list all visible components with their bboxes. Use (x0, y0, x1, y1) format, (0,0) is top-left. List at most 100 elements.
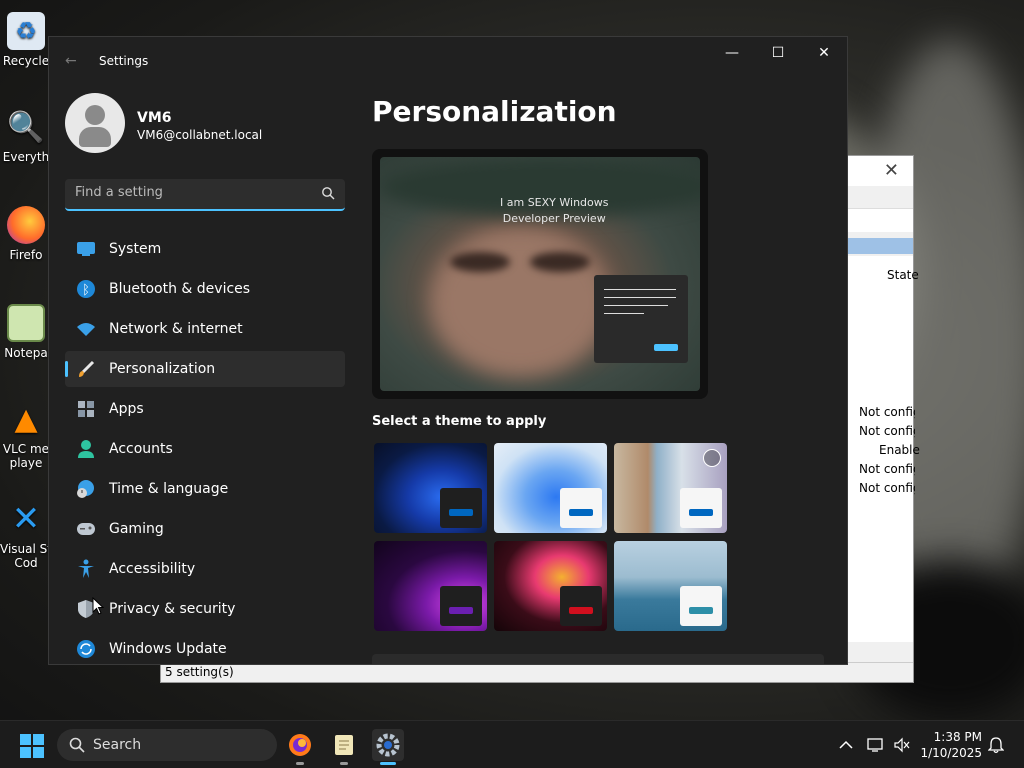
apps-icon (75, 398, 97, 420)
theme-glow[interactable] (374, 541, 487, 631)
theme-spotlight[interactable] (614, 443, 727, 533)
accessibility-icon (75, 558, 97, 580)
nav-item-personalization[interactable]: Personalization (65, 351, 345, 387)
nav-item-time-language[interactable]: Time & language (65, 471, 345, 507)
clock-time: 1:38 PM (933, 730, 982, 744)
status-bar: 5 setting(s) (161, 662, 913, 682)
update-icon (75, 638, 97, 660)
start-button[interactable] (20, 734, 44, 758)
theme-windows-dark[interactable] (374, 443, 487, 533)
close-icon[interactable]: ✕ (884, 160, 899, 181)
desktop-preview: I am SEXY Windows Developer Preview (372, 149, 708, 399)
spotlight-badge-icon (703, 449, 721, 467)
theme-captured-motion[interactable] (494, 541, 607, 631)
state-cell[interactable]: Not config (859, 424, 915, 438)
theme-windows-light[interactable] (494, 443, 607, 533)
nav-label: Bluetooth & devices (109, 281, 251, 297)
globe-clock-icon (75, 478, 97, 500)
watermark-line1: I am SEXY Windows (500, 196, 609, 209)
state-cell[interactable]: Not config (859, 405, 915, 419)
watermark-line2: Developer Preview (502, 212, 606, 225)
desktop-icon-notepad[interactable]: Notepa (0, 304, 52, 360)
taskbar-firefox[interactable] (284, 729, 316, 765)
firefox-icon (7, 206, 45, 244)
theme-flow[interactable] (614, 541, 727, 631)
network-icon[interactable] (866, 735, 886, 755)
taskbar-settings[interactable] (372, 729, 404, 765)
nav-item-network[interactable]: Network & internet (65, 311, 345, 347)
taskbar-search-label: Search (93, 737, 142, 753)
column-header-bar (847, 238, 913, 254)
theme-preview-card (680, 488, 722, 528)
nav-item-accessibility[interactable]: Accessibility (65, 551, 345, 587)
taskbar: Search 1:38 PM 1/10/2025 (0, 720, 1024, 768)
desktop-icon-label: Recycle (2, 54, 50, 68)
bluetooth-icon: ᛒ (75, 278, 97, 300)
clock-date: 1/10/2025 (920, 746, 982, 760)
settings-window[interactable]: ← Settings — ☐ ✕ VM6 VM6@collabnet.local… (48, 36, 848, 665)
notepad-icon (7, 304, 45, 342)
nav-item-system[interactable]: System (65, 231, 345, 267)
user-name: VM6 (137, 110, 172, 126)
nav-label: Time & language (109, 481, 229, 497)
wallpaper-preview: I am SEXY Windows Developer Preview (380, 157, 700, 391)
state-cell[interactable]: Not config (859, 481, 915, 495)
avatar[interactable] (65, 93, 125, 153)
desktop-icon-firefox[interactable]: Firefo (0, 206, 52, 262)
nav-label: Windows Update (109, 641, 227, 657)
svg-text:ᛒ: ᛒ (82, 283, 90, 298)
find-setting-search[interactable] (65, 179, 345, 211)
search-icon[interactable] (321, 186, 335, 200)
nav-item-privacy[interactable]: Privacy & security (65, 591, 345, 627)
accounts-icon (75, 438, 97, 460)
desktop-icon-label: VLC me (2, 442, 50, 456)
desktop-icon-recycle-bin[interactable]: ♻ Recycle (0, 12, 52, 68)
desktop-icon-label: Everyth (2, 150, 50, 164)
show-hidden-icons-chevron-icon[interactable] (836, 735, 856, 755)
firefox-icon (289, 734, 311, 756)
gamepad-icon (75, 518, 97, 540)
volume-muted-icon[interactable] (892, 735, 912, 755)
nav-item-windows-update[interactable]: Windows Update (65, 631, 345, 664)
nav-label: Accessibility (109, 561, 196, 577)
state-column-header[interactable]: State (887, 268, 919, 282)
search-input[interactable] (75, 185, 305, 200)
windows-logo-icon (20, 734, 31, 745)
recycle-bin-icon: ♻ (7, 12, 45, 50)
nav-label: System (109, 241, 162, 257)
preview-window-mock (594, 275, 688, 363)
desktop-icon-label: Notepa (4, 346, 48, 360)
theme-preview-card (560, 586, 602, 626)
next-section-card[interactable] (372, 654, 824, 664)
everything-search-icon: 🔍 (7, 109, 45, 145)
nav-item-accounts[interactable]: Accounts (65, 431, 345, 467)
taskbar-search[interactable]: Search (57, 729, 277, 761)
user-profile[interactable] (65, 93, 125, 153)
vlc-icon: ▲ (14, 401, 38, 437)
wallpaper-watermark: I am SEXY Windows Developer Preview (500, 195, 608, 227)
themes-section-label: Select a theme to apply (372, 414, 547, 429)
personalization-content: Personalization I am SEXY Windows Develo… (372, 37, 847, 664)
system-icon (75, 238, 97, 260)
user-email: VM6@collabnet.local (137, 128, 263, 142)
desktop-icon-vscode[interactable]: ✕ Visual St Cod (0, 499, 52, 570)
nav-label: Accounts (109, 441, 173, 457)
nav-label: Privacy & security (109, 601, 236, 617)
brush-icon (75, 358, 97, 380)
desktop-icon-vlc[interactable]: ▲ VLC me playe (0, 400, 52, 471)
back-arrow-icon[interactable]: ← (65, 53, 77, 69)
search-icon (69, 737, 85, 753)
notepad-icon (335, 735, 353, 755)
theme-preview-card (440, 488, 482, 528)
nav-item-bluetooth[interactable]: ᛒ Bluetooth & devices (65, 271, 345, 307)
wifi-icon (75, 318, 97, 340)
notification-bell-icon[interactable] (986, 735, 1006, 755)
desktop-icon-everything[interactable]: 🔍 Everyth (0, 108, 52, 165)
mouse-cursor-icon (92, 597, 104, 615)
taskbar-notepad[interactable] (328, 729, 360, 765)
state-cell[interactable]: Enable (879, 443, 935, 457)
state-cell[interactable]: Not config (859, 462, 915, 476)
taskbar-clock[interactable]: 1:38 PM 1/10/2025 (920, 729, 982, 761)
nav-item-gaming[interactable]: Gaming (65, 511, 345, 547)
nav-item-apps[interactable]: Apps (65, 391, 345, 427)
